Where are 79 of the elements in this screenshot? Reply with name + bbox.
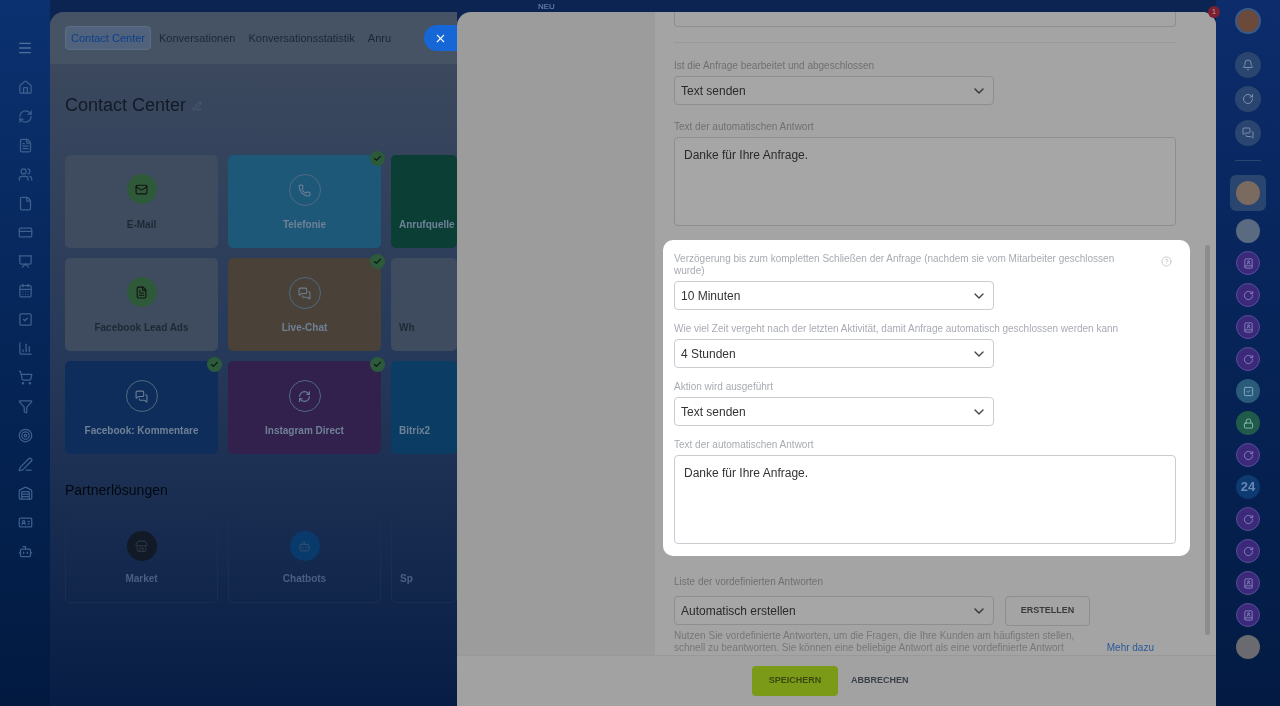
channel-icon (126, 277, 157, 307)
save-button[interactable]: SPEICHERN (752, 666, 838, 696)
menu-icon[interactable] (17, 40, 33, 56)
toolbar-icon[interactable] (1235, 120, 1261, 146)
chat-icon[interactable] (1236, 603, 1260, 627)
chat-icon[interactable] (1236, 315, 1260, 339)
chat-icon[interactable] (1236, 443, 1260, 467)
nav-icon[interactable] (17, 341, 33, 356)
field-label: Text der automatischen Antwort (674, 439, 814, 451)
nav-icon[interactable] (17, 80, 33, 95)
nav-icon[interactable] (17, 196, 33, 211)
chat-icon[interactable] (1236, 347, 1260, 371)
user-avatar[interactable] (1236, 635, 1260, 659)
create-button[interactable]: ERSTELLEN (1005, 596, 1090, 626)
tile-label: Bitrix2 (399, 424, 431, 438)
tile-label: Anrufquelle (399, 218, 455, 232)
help-icon[interactable] (1161, 256, 1172, 267)
tile-label: Facebook: Kommentare (84, 424, 199, 438)
nav-icon[interactable] (17, 225, 33, 240)
chat-icon[interactable] (1236, 507, 1260, 531)
nav-icon[interactable] (17, 515, 33, 530)
nav-icon[interactable] (17, 457, 33, 472)
field-label: Aktion wird ausgeführt (674, 381, 773, 393)
channel-tile[interactable]: Anrufquelle (391, 155, 457, 248)
cancel-button[interactable]: ABBRECHEN (851, 674, 909, 688)
tile-label: Sp (400, 572, 413, 586)
tile-label: Market (125, 572, 158, 586)
scrollbar[interactable] (1204, 245, 1210, 635)
chat-icon[interactable] (1236, 411, 1260, 435)
more-link[interactable]: Mehr dazu (1106, 642, 1154, 654)
text-area[interactable]: Danke für Ihre Anfrage. (674, 137, 1176, 226)
partner-icon (126, 531, 157, 561)
dropdown-field[interactable]: Automatisch erstellen (674, 596, 994, 625)
text-area[interactable]: Danke für Ihre Anfrage. (674, 455, 1176, 544)
check-icon (370, 357, 385, 372)
partner-icon (289, 531, 320, 561)
chat-icon[interactable] (1236, 571, 1260, 595)
dropdown-field[interactable]: 4 Stunden (674, 339, 994, 368)
nav-icon[interactable] (17, 428, 33, 443)
user-avatar[interactable] (1230, 175, 1266, 211)
tile-label: Instagram Direct (265, 424, 344, 438)
section-title: Partnerlösungen (65, 481, 169, 500)
user-avatar[interactable] (1235, 8, 1261, 34)
nav-icon[interactable] (17, 399, 33, 414)
channel-icon (126, 174, 157, 204)
tile-label: Live-Chat (281, 321, 328, 335)
nav-icon[interactable] (17, 167, 33, 182)
close-button[interactable] (424, 25, 457, 51)
nav-icon[interactable] (17, 254, 33, 269)
dropdown-field[interactable]: Text senden (674, 397, 994, 426)
group-avatar[interactable] (1236, 219, 1260, 243)
toolbar-icon[interactable] (1235, 52, 1261, 78)
dropdown-field[interactable]: Text senden (674, 76, 994, 105)
chat-icon[interactable] (1236, 283, 1260, 307)
tile-label: Telefonie (282, 218, 327, 232)
check-icon (370, 151, 385, 166)
chat-icon[interactable] (1236, 251, 1260, 275)
nav-icon[interactable] (17, 312, 33, 327)
page-title: Contact Center (65, 94, 187, 117)
dropdown-field[interactable]: 10 Minuten (674, 281, 994, 310)
tile-label: Chatbots (282, 572, 327, 586)
nav-icon[interactable] (17, 109, 33, 124)
tab[interactable]: Contact Center (65, 26, 151, 50)
check-icon (207, 357, 222, 372)
nav-icon[interactable] (17, 544, 33, 559)
counter-icon[interactable]: 24 (1236, 475, 1260, 499)
nav-icon[interactable] (17, 138, 33, 153)
text-area[interactable] (674, 12, 1176, 27)
new-label: NEU (538, 1, 555, 13)
nav-icon[interactable] (17, 370, 33, 385)
field-label: Verzögerung bis zum kompletten Schließen der Anfrage (nachdem sie vom Mitarbeiter geschlossen wurde) (674, 253, 1116, 277)
nav-icon[interactable] (17, 486, 33, 501)
nav-icon[interactable] (17, 283, 33, 298)
toolbar-icon[interactable] (1235, 86, 1261, 112)
chat-icon[interactable] (1236, 539, 1260, 563)
field-label: Wie viel Zeit vergeht nach der letzten Aktivität, damit Anfrage automatisch geschlossen werden kann (674, 323, 1119, 335)
check-icon (370, 254, 385, 269)
chat-icon[interactable] (1236, 379, 1260, 403)
channel-tile[interactable]: Bitrix2 (391, 361, 457, 454)
